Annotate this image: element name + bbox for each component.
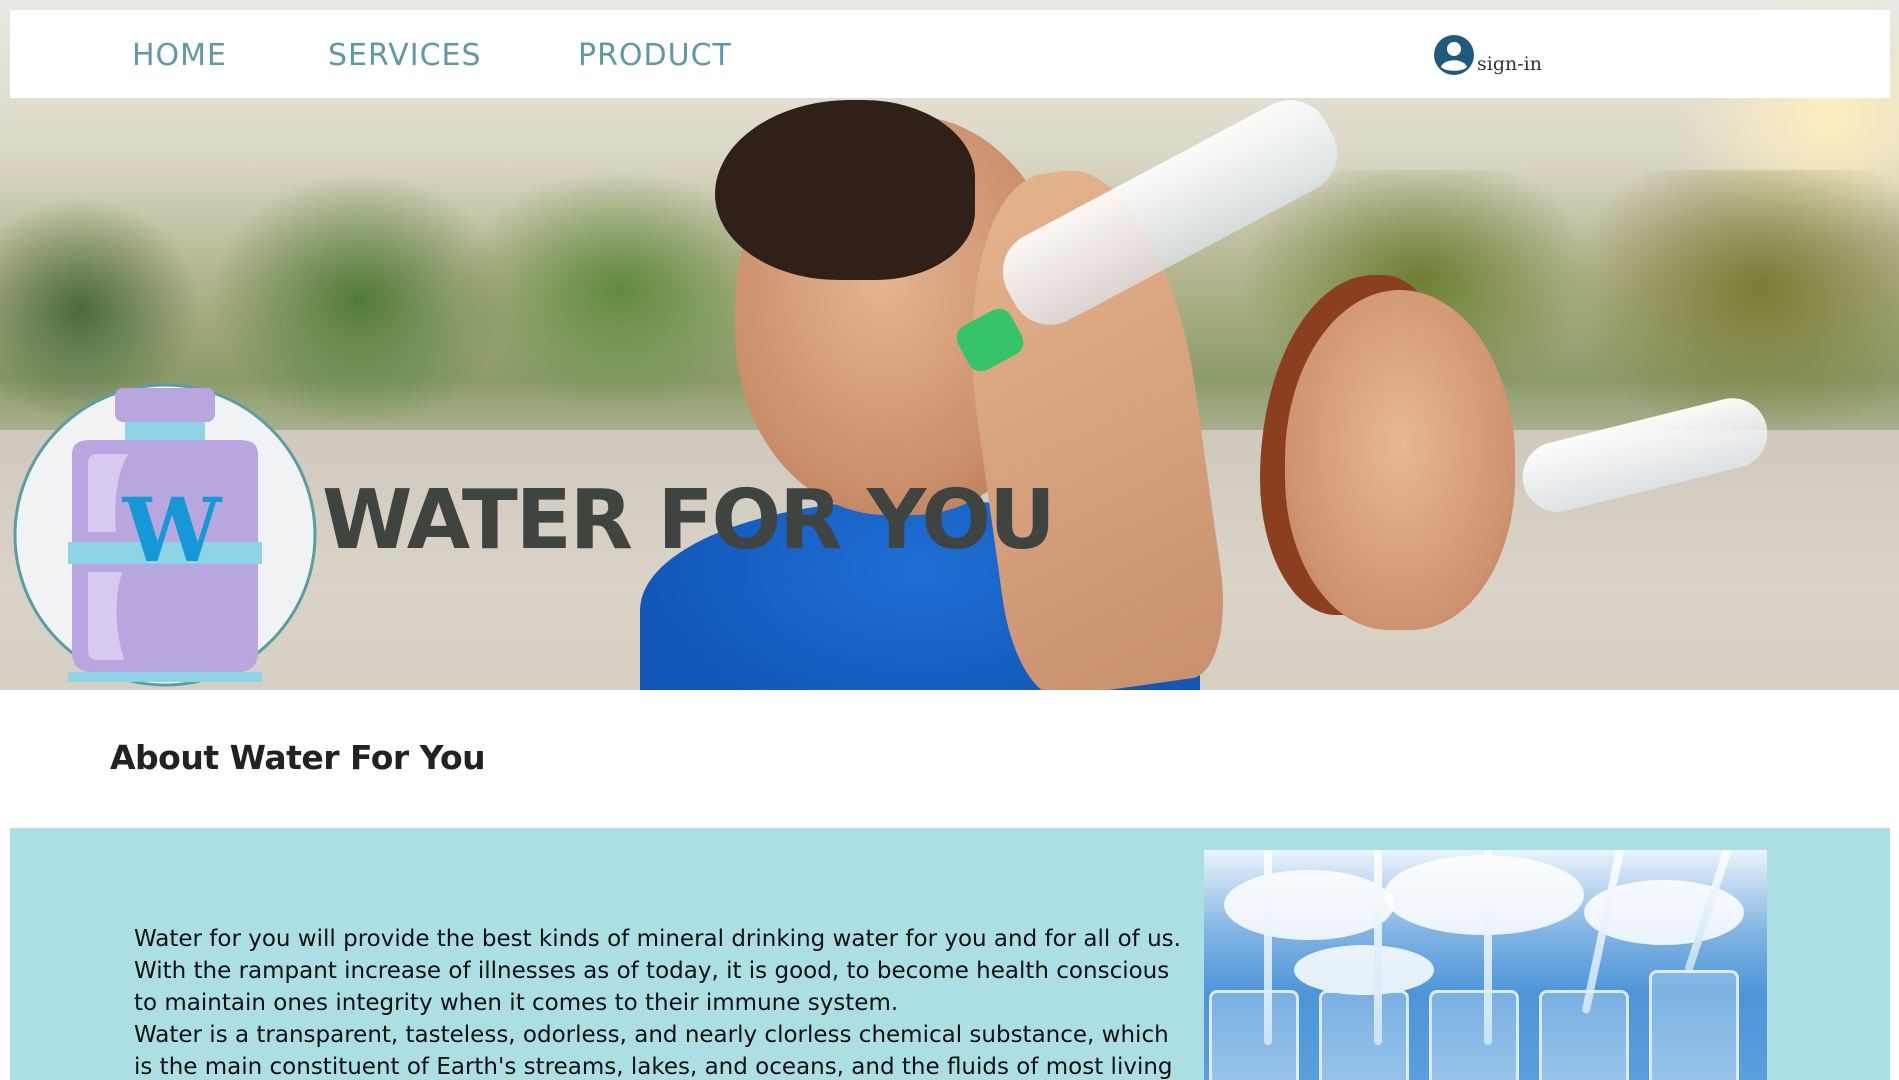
nav-home-link[interactable]: HOME [132,38,227,73]
about-paragraph: Water is a transparent, tasteless, odorl… [134,1022,1173,1080]
nav-product-link[interactable]: PRODUCT [578,38,732,73]
nav-services-link[interactable]: SERVICES [328,38,482,73]
hero-man-hair [715,100,975,280]
signin-label: sign-in [1477,53,1542,75]
about-content-section: Water for you will provide the best kind… [10,828,1890,1080]
about-text: Water for you will provide the best kind… [134,923,1194,1080]
hero-title: WATER FOR YOU [322,473,1056,568]
about-heading: About Water For You [110,738,486,777]
water-glasses-image [1204,850,1767,1080]
top-navbar: HOME SERVICES PRODUCT sign-in [10,10,1890,98]
user-circle-icon [1434,35,1474,75]
about-paragraph: Water for you will provide the best kind… [134,926,1181,1016]
about-band: About Water For You [10,690,1890,828]
signin-button[interactable]: sign-in [1433,34,1542,76]
hero-woman [1285,290,1515,630]
logo-letter: W [122,478,222,582]
